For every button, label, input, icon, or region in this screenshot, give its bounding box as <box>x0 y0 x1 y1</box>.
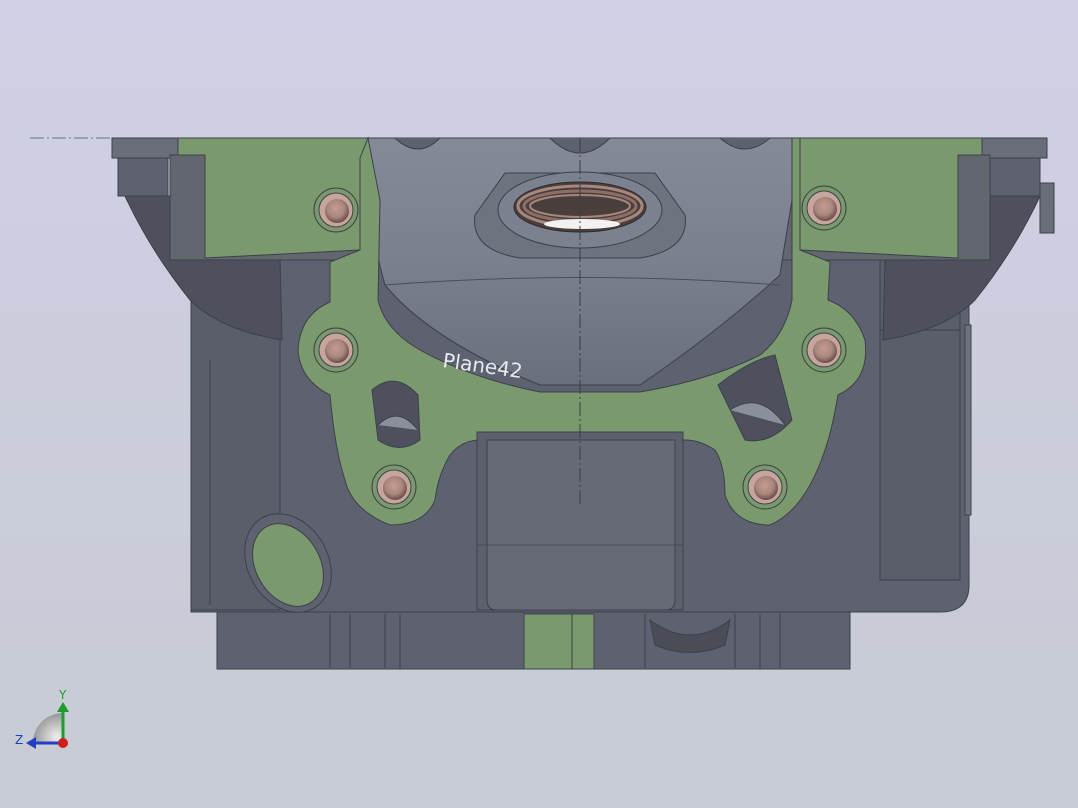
bolt-hole-5 <box>371 464 417 510</box>
bolt-hole-2 <box>801 185 847 231</box>
y-axis-label: Y <box>58 688 67 702</box>
port-left <box>371 380 421 448</box>
bolt-hole-1 <box>313 187 359 233</box>
graphics-viewport[interactable]: Plane42 Y Z <box>0 0 1078 808</box>
z-axis-label: Z <box>15 733 23 747</box>
bolt-hole-4 <box>801 327 847 373</box>
bolt-hole-6 <box>742 464 788 510</box>
base-section-cut <box>523 613 595 670</box>
cylinder-head-model[interactable]: Plane42 <box>111 136 1055 670</box>
x-axis-dot <box>58 738 68 748</box>
bolt-hole-3 <box>313 327 359 373</box>
